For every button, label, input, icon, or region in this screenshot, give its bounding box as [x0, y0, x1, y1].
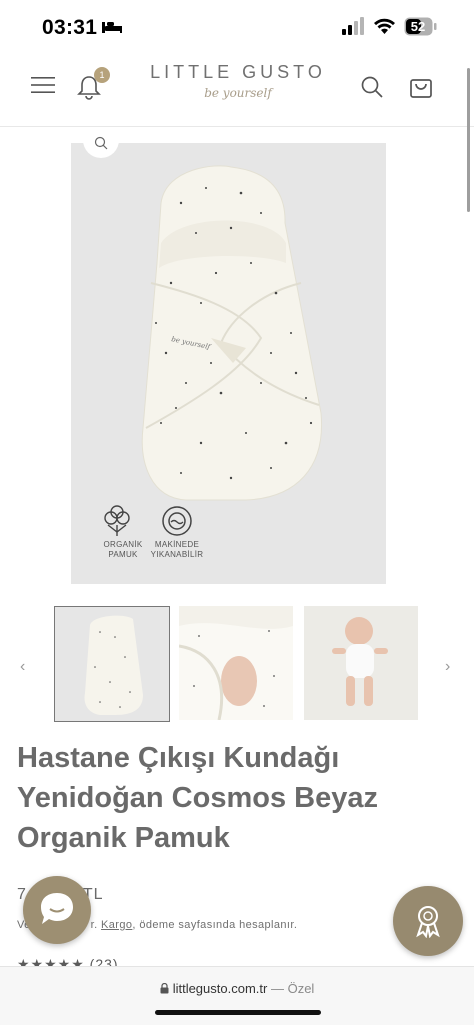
chat-icon — [41, 893, 73, 924]
battery-level: 52 — [410, 19, 426, 34]
signal-icon — [342, 17, 364, 35]
feature-label: MAKİNEDE YIKANABİLİR — [150, 540, 204, 559]
search-icon[interactable] — [361, 76, 383, 98]
washing-machine-icon — [162, 506, 192, 536]
brand-tagline: be yourself — [204, 86, 272, 100]
chat-button[interactable] — [23, 876, 91, 944]
menu-icon[interactable] — [31, 75, 55, 95]
gallery-next-arrow[interactable]: › — [445, 658, 450, 676]
gallery-prev-arrow[interactable]: ‹ — [20, 658, 25, 676]
shipping-link[interactable]: Kargo — [101, 919, 132, 931]
zoom-icon — [94, 136, 108, 150]
rewards-button[interactable] — [393, 886, 463, 956]
product-title: Hastane Çıkışı Kundağı Yenidoğan Cosmos … — [17, 742, 378, 854]
page-scrollbar[interactable] — [467, 68, 470, 212]
thumbnail-image — [332, 617, 388, 706]
wifi-icon — [374, 18, 395, 34]
award-icon — [416, 906, 440, 938]
feature-organic-cotton: ORGANİK PAMUK — [93, 505, 142, 560]
brand-logo[interactable]: LITTLE GUSTO be yourself — [148, 62, 328, 118]
thumbnail-baby-bodysuit[interactable] — [304, 606, 418, 720]
clock: 03:31 — [42, 16, 98, 39]
private-mode-label: — Özel — [270, 981, 315, 996]
thumbnail-swaddle-front[interactable] — [54, 606, 170, 722]
url-display[interactable]: littlegusto.com.tr — Özel — [0, 981, 474, 996]
url-domain: littlegusto.com.tr — [172, 981, 268, 996]
feature-machine-washable: MAKİNEDE YIKANABİLİR — [147, 505, 207, 560]
home-indicator[interactable] — [155, 1010, 321, 1015]
bed-icon — [102, 22, 122, 33]
cotton-icon — [104, 505, 130, 536]
site-header: 1 LITTLE GUSTO be yourself — [0, 56, 474, 127]
thumbnail-image — [179, 623, 293, 720]
status-bar: 03:31 52 — [0, 0, 474, 56]
notification-badge: 1 — [94, 67, 110, 83]
shopping-bag-icon[interactable] — [409, 75, 433, 99]
browser-url-bar[interactable]: littlegusto.com.tr — Özel — [0, 966, 474, 1025]
thumbnail-image — [84, 615, 143, 715]
product-main-image[interactable]: be yourself ORGANİK PAMUK MAKİNEDE YIKAN… — [71, 143, 386, 584]
battery-icon: 52 — [404, 17, 438, 36]
brand-name: LITTLE GUSTO — [150, 62, 326, 82]
thumbnail-swaddle-detail[interactable] — [179, 606, 293, 720]
feature-label: ORGANİK PAMUK — [103, 540, 143, 559]
lock-icon — [160, 982, 169, 994]
